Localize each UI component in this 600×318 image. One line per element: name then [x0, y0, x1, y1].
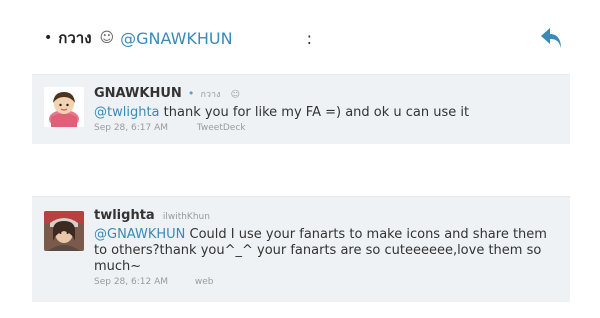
header-bullet: •: [44, 30, 53, 46]
conversation-view: • กวาง ☺ @GNAWKHUN : GNAWKHUN • กวาง ☺ @…: [0, 0, 600, 318]
tweet-timestamp[interactable]: Sep 28, 6:12 AM: [94, 277, 168, 287]
tweet-footer: Sep 28, 6:12 AM web: [94, 277, 556, 287]
reply-icon[interactable]: [538, 24, 566, 52]
tweet-item[interactable]: twlighta ilwithKhun @GNAWKHUN Could I us…: [32, 196, 570, 302]
cartoon-avatar-icon[interactable]: [44, 87, 84, 127]
tweet-source[interactable]: TweetDeck: [197, 123, 246, 133]
smiley-icon: ☺: [99, 30, 115, 46]
header-handle[interactable]: @GNAWKHUN: [120, 29, 232, 48]
tweet-item[interactable]: GNAWKHUN • กวาง ☺ @twlighta thank you fo…: [32, 74, 570, 144]
tweet-display-name: ilwithKhun: [162, 212, 210, 222]
tweet-text-body: thank you for like my FA =) and ok u can…: [159, 105, 470, 120]
smiley-icon: ☺: [230, 90, 241, 100]
tweet-author[interactable]: GNAWKHUN: [94, 86, 182, 101]
header-colon: :: [306, 28, 312, 48]
tweet-source[interactable]: web: [195, 277, 214, 287]
tweet-footer: Sep 28, 6:17 AM TweetDeck: [94, 123, 556, 133]
name-separator: •: [187, 87, 195, 100]
tweet-content: GNAWKHUN • กวาง ☺ @twlighta thank you fo…: [94, 85, 556, 133]
header-display-name: กวาง: [58, 29, 92, 47]
tweet-meta: GNAWKHUN • กวาง ☺: [94, 85, 556, 104]
tweet-meta: twlighta ilwithKhun: [94, 207, 556, 226]
tweet-author[interactable]: twlighta: [94, 208, 155, 223]
tweet-text: @GNAWKHUN Could I use your fanarts to ma…: [94, 227, 556, 275]
conversation-header: • กวาง ☺ @GNAWKHUN :: [44, 24, 574, 52]
tweet-timestamp[interactable]: Sep 28, 6:17 AM: [94, 123, 168, 133]
tweet-display-name: กวาง: [200, 90, 221, 100]
tweet-mention[interactable]: @GNAWKHUN: [94, 227, 185, 242]
tweet-mention[interactable]: @twlighta: [94, 105, 160, 120]
tweet-content: twlighta ilwithKhun @GNAWKHUN Could I us…: [94, 207, 556, 287]
photo-avatar-icon[interactable]: [44, 211, 84, 251]
tweet-text: @twlighta thank you for like my FA =) an…: [94, 105, 556, 121]
